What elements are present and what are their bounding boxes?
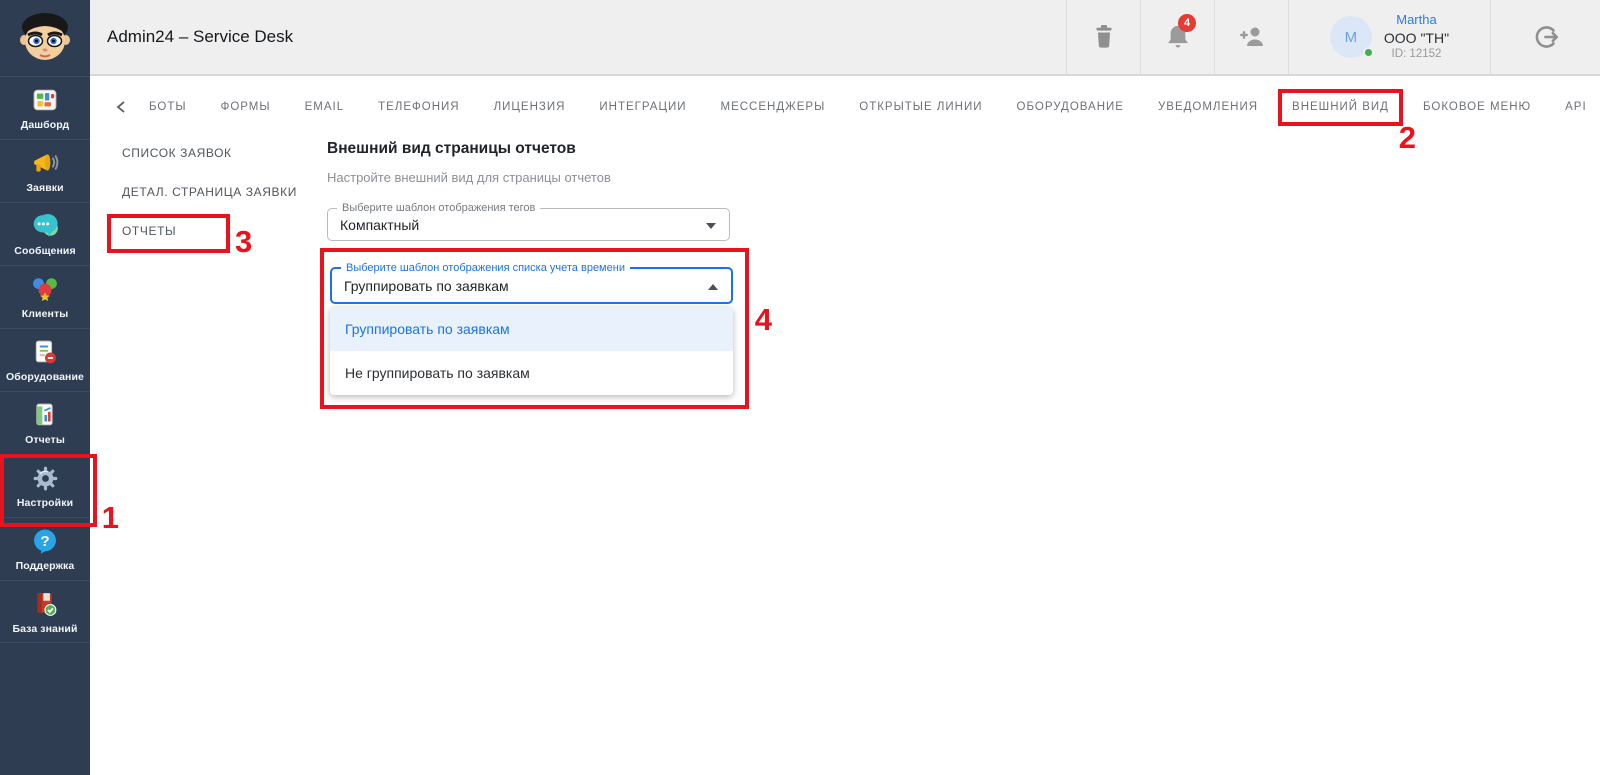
sidebar-item-knowledge-base[interactable]: База знаний xyxy=(0,580,90,643)
sidebar-item-support[interactable]: ? Поддержка xyxy=(0,517,90,580)
tab-bots[interactable]: БОТЫ xyxy=(137,101,199,113)
tab-integrations[interactable]: ИНТЕГРАЦИИ xyxy=(587,101,698,113)
annotation-number-3: 3 xyxy=(235,224,253,259)
tab-side-menu[interactable]: БОКОВОЕ МЕНЮ xyxy=(1411,101,1543,113)
tab-email[interactable]: EMAIL xyxy=(293,101,357,113)
dashboard-icon xyxy=(32,85,58,115)
annotation-number-4: 4 xyxy=(754,302,772,337)
report-chart-icon xyxy=(32,400,58,430)
tags-template-select-value: Компактный xyxy=(340,216,420,233)
tags-template-select[interactable]: Выберите шаблон отображения тегов Компак… xyxy=(327,202,730,241)
avatar-initial: M xyxy=(1344,28,1358,46)
user-company: OOO "TH" xyxy=(1383,29,1450,46)
tab-equipment[interactable]: ОБОРУДОВАНИЕ xyxy=(1005,101,1136,113)
tab-license[interactable]: ЛИЦЕНЗИЯ xyxy=(482,101,578,113)
time-tracking-template-select[interactable]: Выберите шаблон отображения списка учета… xyxy=(330,262,733,304)
page-subtitle: Настройте внешний вид для страницы отчет… xyxy=(327,170,611,185)
sidebar-item-clients[interactable]: Клиенты xyxy=(0,265,90,328)
tab-notifications[interactable]: УВЕДОМЛЕНИЯ xyxy=(1146,101,1270,113)
notifications-badge: 4 xyxy=(1178,14,1196,32)
notifications-button[interactable]: 4 xyxy=(1140,0,1214,74)
dropdown-option-group-by-tickets[interactable]: Группировать по заявкам xyxy=(330,307,733,351)
user-menu[interactable]: M Martha OOO "TH" ID: 12152 xyxy=(1288,0,1490,74)
sidebar-item-dashboard[interactable]: Дашборд xyxy=(0,76,90,139)
tab-open-lines[interactable]: ОТКРЫТЫЕ ЛИНИИ xyxy=(847,101,994,113)
tab-api[interactable]: API xyxy=(1553,101,1599,113)
gear-icon xyxy=(32,463,59,493)
tags-template-select-label: Выберите шаблон отображения тегов xyxy=(337,202,541,214)
trash-icon xyxy=(1096,25,1111,48)
annotation-box-4: Выберите шаблон отображения списка учета… xyxy=(320,248,772,409)
app-title: Admin24 – Service Desk xyxy=(107,27,294,46)
book-icon xyxy=(32,589,58,619)
tab-messengers[interactable]: МЕССЕНДЖЕРЫ xyxy=(709,101,838,113)
dropdown-option-no-group-by-tickets[interactable]: Не группировать по заявкам xyxy=(330,351,733,395)
user-name: Martha xyxy=(1396,12,1437,28)
submenu-item-reports[interactable]: ОТЧЕТЫ xyxy=(122,224,176,238)
chevron-down-icon xyxy=(706,223,716,229)
time-tracking-select-label: Выберите шаблон отображения списка учета… xyxy=(341,262,630,274)
clients-icon xyxy=(31,274,59,304)
logout-icon xyxy=(1535,26,1558,48)
avatar: M xyxy=(1329,16,1374,58)
sidebar-item-reports[interactable]: Отчеты xyxy=(0,391,90,454)
sidebar: Дашборд Заявки Сообщения Клиенты Оборудо xyxy=(0,0,119,775)
sidebar-item-settings[interactable]: Настройки 1 xyxy=(0,454,119,533)
submenu-item-ticket-detail-page[interactable]: ДЕТАЛ. СТРАНИЦА ЗАЯВКИ xyxy=(122,185,297,199)
add-person-icon xyxy=(1239,27,1263,46)
user-info: Martha OOO "TH" ID: 12152 xyxy=(1384,11,1449,63)
tab-forms[interactable]: ФОРМЫ xyxy=(209,101,283,113)
add-user-button[interactable] xyxy=(1214,0,1288,74)
annotation-number-1: 1 xyxy=(101,500,119,535)
svg-text:?: ? xyxy=(40,533,49,550)
sidebar-item-equipment[interactable]: Оборудование xyxy=(0,328,90,391)
sidebar-item-tickets[interactable]: Заявки xyxy=(0,139,90,202)
tab-telephony[interactable]: ТЕЛЕФОНИЯ xyxy=(366,101,471,113)
online-status-dot xyxy=(1362,47,1374,58)
annotation-number-2: 2 xyxy=(1398,119,1417,155)
page-title: Внешний вид страницы отчетов xyxy=(327,140,576,157)
top-header: Admin24 – Service Desk 4 M Martha OOO "T… xyxy=(90,0,1600,76)
megaphone-icon xyxy=(31,148,59,178)
settings-tabbar: БОТЫ ФОРМЫ EMAIL ТЕЛЕФОНИЯ ЛИЦЕНЗИЯ ИНТЕ… xyxy=(90,78,1600,153)
tab-appearance-label: ВНЕШНИЙ ВИД xyxy=(1292,100,1389,113)
trash-button[interactable] xyxy=(1066,0,1140,74)
app-logo[interactable] xyxy=(0,0,90,76)
question-icon: ? xyxy=(32,526,58,556)
time-tracking-select-value: Группировать по заявкам xyxy=(344,277,509,294)
chevron-left-icon xyxy=(116,100,125,113)
chevron-up-icon xyxy=(708,284,718,290)
submenu-item-ticket-list[interactable]: СПИСОК ЗАЯВОК xyxy=(122,146,232,160)
user-id: ID: 12152 xyxy=(1391,48,1442,61)
logout-button[interactable] xyxy=(1490,0,1600,74)
equipment-icon xyxy=(32,337,58,367)
sidebar-item-messages[interactable]: Сообщения xyxy=(0,202,90,265)
appearance-settings-panel: Внешний вид страницы отчетов Настройте в… xyxy=(320,140,797,409)
tabs-scroll-left-button[interactable] xyxy=(115,100,127,114)
time-tracking-dropdown-menu: Группировать по заявкам Не группировать … xyxy=(330,307,733,395)
cartoon-avatar-logo xyxy=(20,13,70,60)
tab-appearance[interactable]: ВНЕШНИЙ ВИД 2 xyxy=(1278,88,1416,153)
chat-bubbles-icon xyxy=(31,211,59,241)
admin24-app: Дашборд Заявки Сообщения Клиенты Оборудо xyxy=(0,0,1600,775)
